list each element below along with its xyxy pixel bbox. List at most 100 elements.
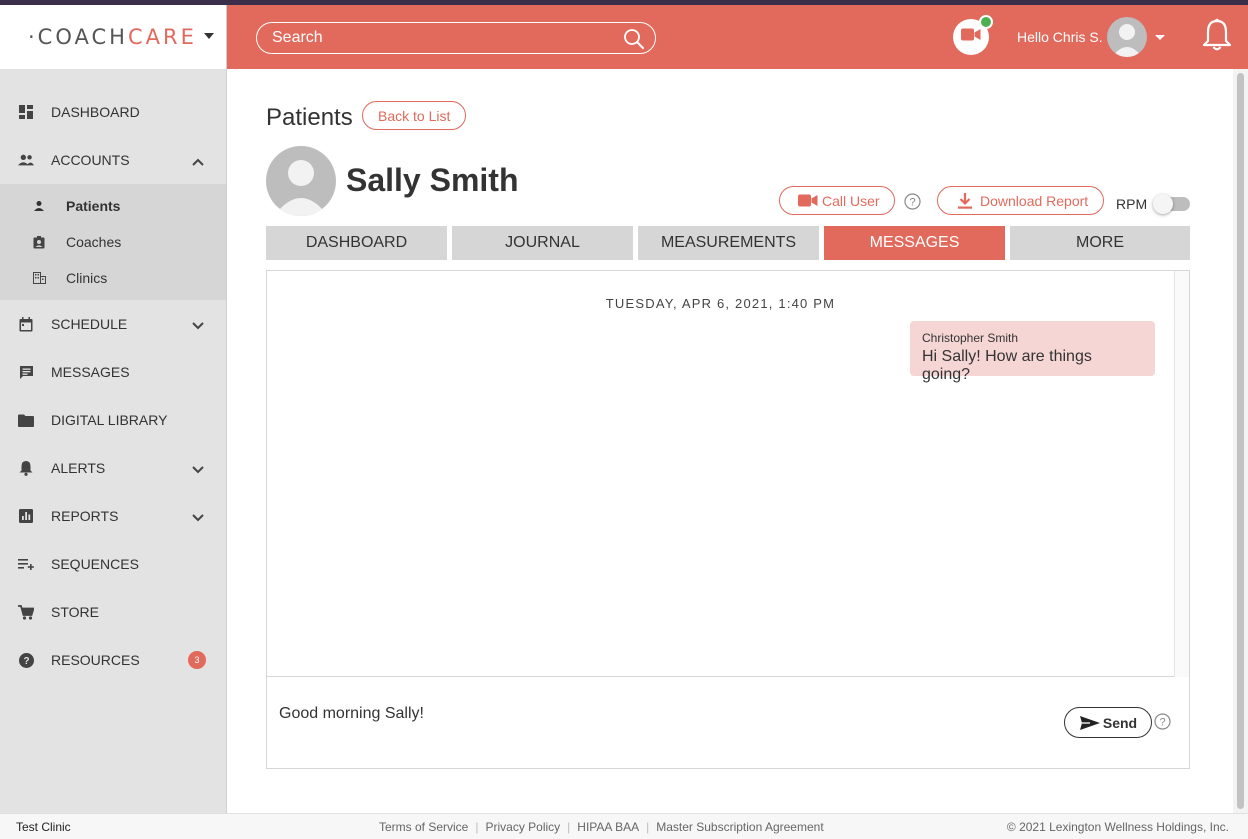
help-icon[interactable]: ? [904, 193, 921, 215]
send-button[interactable]: Send [1064, 707, 1152, 738]
chevron-down-icon[interactable] [192, 461, 204, 477]
user-greeting[interactable]: Hello Chris S. [1017, 29, 1103, 45]
sidebar: ·COACHCARE DASHBOARD ACCOUNTS Patients C… [0, 5, 227, 813]
messages-panel: TUESDAY, APR 6, 2021, 1:40 PM Christophe… [266, 270, 1190, 769]
sidebar-item-label: RESOURCES [51, 652, 140, 668]
message-sender: Christopher Smith [922, 331, 1019, 345]
sidebar-item-label: REPORTS [51, 508, 119, 524]
back-to-list-button[interactable]: Back to List [362, 101, 467, 130]
sidebar-item-store[interactable]: STORE [0, 588, 226, 636]
tab-journal[interactable]: JOURNAL [452, 226, 633, 260]
sidebar-item-label: SEQUENCES [51, 556, 139, 572]
message-text: Hi Sally! How are things going? [922, 348, 1092, 383]
message-date: TUESDAY, APR 6, 2021, 1:40 PM [605, 296, 836, 311]
page-title: Patients [266, 104, 353, 131]
download-report-button[interactable]: Download Report [937, 186, 1105, 215]
send-icon [1079, 715, 1101, 731]
main-content: Patients Back to List Sally Smith Call U… [227, 69, 1233, 813]
terms-link[interactable]: Terms of Service [379, 820, 468, 834]
patient-tabs: DASHBOARD JOURNAL MEASUREMENTS MESSAGES … [266, 226, 1190, 260]
caret-down-icon[interactable] [1155, 35, 1165, 40]
tab-dashboard[interactable]: DASHBOARD [266, 226, 447, 260]
top-header: Search Hello Chris S. [227, 5, 1248, 69]
search-placeholder: Search [272, 29, 323, 46]
call-user-label: Call User [822, 192, 880, 209]
download-report-label: Download Report [980, 192, 1089, 209]
sidebar-item-dashboard[interactable]: DASHBOARD [0, 88, 226, 136]
sidebar-subitem-label: Clinics [66, 270, 108, 286]
chevron-down-icon[interactable] [192, 317, 204, 333]
sidebar-item-accounts[interactable]: ACCOUNTS [0, 136, 226, 184]
sidebar-item-label: DASHBOARD [51, 104, 140, 120]
playlist-add-icon [18, 556, 34, 572]
download-icon [958, 192, 972, 209]
sidebar-subitem-label: Patients [66, 198, 121, 214]
scrollbar-thumb[interactable] [1237, 73, 1244, 809]
footer-copyright: © 2021 Lexington Wellness Holdings, Inc. [1006, 820, 1229, 834]
message-compose-input[interactable]: Good morning Sally! [279, 705, 424, 723]
accounts-subnav: Patients Coaches Clinics [0, 184, 226, 300]
tab-more[interactable]: MORE [1010, 226, 1190, 260]
person-icon [32, 199, 46, 213]
sidebar-subitem-clinics[interactable]: Clinics [0, 260, 226, 296]
search-icon[interactable] [623, 28, 645, 55]
chevron-up-icon[interactable] [192, 153, 204, 169]
footer-divider: | [475, 820, 479, 834]
send-label: Send [1102, 714, 1138, 731]
call-user-button[interactable]: Call User [779, 186, 895, 215]
rpm-toggle[interactable] [1153, 194, 1190, 214]
sidebar-item-digital-library[interactable]: DIGITAL LIBRARY [0, 396, 226, 444]
avatar[interactable] [1107, 17, 1147, 57]
toggle-knob [1153, 194, 1173, 214]
sidebar-item-messages[interactable]: MESSAGES [0, 348, 226, 396]
logo-area[interactable]: ·COACHCARE [0, 5, 226, 69]
online-status-dot [979, 15, 993, 29]
footer-clinic-name: Test Clinic [16, 820, 71, 834]
svg-text:?: ? [1159, 717, 1165, 729]
privacy-link[interactable]: Privacy Policy [485, 820, 560, 834]
help-circle-icon: ? [18, 652, 34, 668]
sidebar-item-reports[interactable]: REPORTS [0, 492, 226, 540]
message-thread[interactable]: TUESDAY, APR 6, 2021, 1:40 PM Christophe… [267, 271, 1189, 677]
tab-messages[interactable]: MESSAGES [824, 226, 1005, 260]
tab-measurements[interactable]: MEASUREMENTS [638, 226, 819, 260]
sidebar-item-label: ACCOUNTS [51, 152, 130, 168]
svg-text:?: ? [23, 656, 29, 667]
chevron-down-icon[interactable] [192, 509, 204, 525]
people-icon [18, 152, 34, 168]
footer-divider: | [646, 820, 650, 834]
calendar-icon [18, 316, 34, 332]
notification-badge: 3 [188, 651, 206, 669]
video-camera-icon [798, 194, 818, 207]
sidebar-subitem-coaches[interactable]: Coaches [0, 224, 226, 260]
subscription-link[interactable]: Master Subscription Agreement [656, 820, 823, 834]
video-camera-icon [961, 28, 981, 46]
thread-scrollbar[interactable] [1174, 271, 1189, 677]
cart-icon [18, 604, 34, 620]
sidebar-item-alerts[interactable]: ALERTS [0, 444, 226, 492]
message-bubble: Christopher Smith Hi Sally! How are thin… [910, 321, 1155, 383]
page-scrollbar[interactable] [1233, 69, 1248, 813]
patient-name: Sally Smith [346, 162, 519, 198]
svg-text:?: ? [909, 197, 915, 209]
chat-icon [18, 364, 34, 380]
badge-icon [32, 235, 46, 249]
folder-icon [18, 412, 34, 428]
sidebar-item-sequences[interactable]: SEQUENCES [0, 540, 226, 588]
sidebar-item-resources[interactable]: ? RESOURCES 3 [0, 636, 226, 684]
bell-icon [18, 460, 34, 476]
help-icon[interactable]: ? [1154, 713, 1171, 735]
chevron-down-icon[interactable] [204, 33, 214, 39]
search-input[interactable]: Search [256, 22, 656, 54]
hipaa-link[interactable]: HIPAA BAA [577, 820, 639, 834]
coachcare-logo: ·COACHCARE [28, 25, 197, 49]
notifications-bell-icon[interactable] [1202, 18, 1232, 57]
footer: Test Clinic Terms of Service | Privacy P… [0, 813, 1248, 839]
footer-divider: | [567, 820, 571, 834]
sidebar-item-label: SCHEDULE [51, 316, 128, 332]
sidebar-item-schedule[interactable]: SCHEDULE [0, 300, 226, 348]
rpm-label: RPM [1116, 196, 1148, 212]
sidebar-subitem-patients[interactable]: Patients [0, 188, 226, 224]
sidebar-subitem-label: Coaches [66, 234, 122, 250]
sidebar-item-label: DIGITAL LIBRARY [51, 412, 168, 428]
